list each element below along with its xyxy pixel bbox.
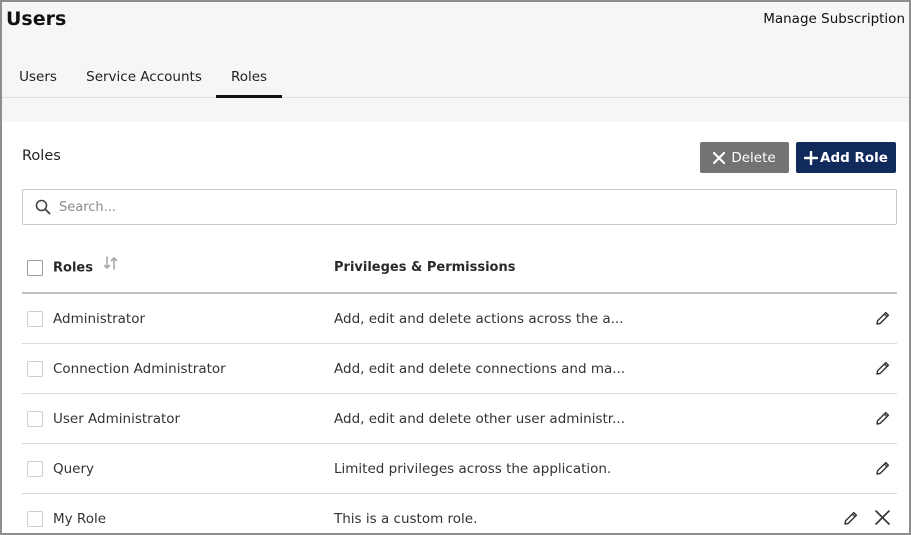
- tab-service-accounts[interactable]: Service Accounts: [86, 60, 202, 98]
- pencil-icon[interactable]: [843, 510, 859, 530]
- plus-icon: [804, 150, 819, 165]
- select-all-checkbox[interactable]: [27, 260, 43, 276]
- delete-button-label: Delete: [731, 149, 776, 166]
- search-input[interactable]: [59, 190, 879, 224]
- column-header-roles: Roles: [53, 242, 119, 294]
- role-privileges: Limited privileges across the applicatio…: [334, 461, 612, 477]
- close-icon[interactable]: [874, 509, 891, 530]
- app-window: Users Manage Subscription Users Service …: [0, 0, 911, 535]
- add-role-button[interactable]: Add Role: [796, 142, 896, 173]
- row-checkbox[interactable]: [27, 411, 43, 427]
- delete-button[interactable]: Delete: [700, 142, 789, 173]
- role-name: Administrator: [53, 311, 146, 327]
- sort-icon[interactable]: [103, 242, 119, 294]
- role-name: My Role: [53, 511, 107, 527]
- table-row: Query Limited privileges across the appl…: [22, 444, 897, 494]
- role-name: User Administrator: [53, 411, 181, 427]
- role-name: Connection Administrator: [53, 361, 226, 377]
- section-title: Roles: [22, 148, 61, 164]
- role-privileges: Add, edit and delete connections and ma.…: [334, 361, 626, 377]
- table-row: Connection Administrator Add, edit and d…: [22, 344, 897, 394]
- page-title: Users: [6, 8, 67, 30]
- row-checkbox[interactable]: [27, 311, 43, 327]
- role-name: Query: [53, 461, 95, 477]
- column-header-privileges: Privileges & Permissions: [334, 260, 516, 275]
- roles-table: Roles Privileges & Permissions Administr…: [22, 242, 897, 533]
- pencil-icon[interactable]: [875, 310, 891, 330]
- table-row: My Role This is a custom role.: [22, 494, 897, 533]
- role-privileges: Add, edit and delete actions across the …: [334, 311, 624, 327]
- tab-users[interactable]: Users: [18, 60, 58, 98]
- table-row: Administrator Add, edit and delete actio…: [22, 294, 897, 344]
- role-privileges: Add, edit and delete other user administ…: [334, 411, 625, 427]
- tab-roles[interactable]: Roles: [216, 60, 282, 98]
- row-checkbox[interactable]: [27, 361, 43, 377]
- add-role-button-label: Add Role: [820, 149, 888, 166]
- column-header-roles-label: Roles: [53, 260, 93, 276]
- search-box: [22, 189, 897, 225]
- tab-bar: Users Service Accounts Roles: [2, 60, 909, 98]
- row-checkbox[interactable]: [27, 461, 43, 477]
- pencil-icon[interactable]: [875, 360, 891, 380]
- search-icon: [35, 199, 51, 219]
- pencil-icon[interactable]: [875, 410, 891, 430]
- table-row: User Administrator Add, edit and delete …: [22, 394, 897, 444]
- x-icon: [713, 151, 726, 164]
- role-privileges: This is a custom role.: [334, 511, 478, 527]
- pencil-icon[interactable]: [875, 460, 891, 480]
- row-checkbox[interactable]: [27, 511, 43, 527]
- manage-subscription-link[interactable]: Manage Subscription: [763, 11, 905, 27]
- table-header-row: Roles Privileges & Permissions: [22, 242, 897, 294]
- page-header: Users Manage Subscription Users Service …: [2, 2, 909, 122]
